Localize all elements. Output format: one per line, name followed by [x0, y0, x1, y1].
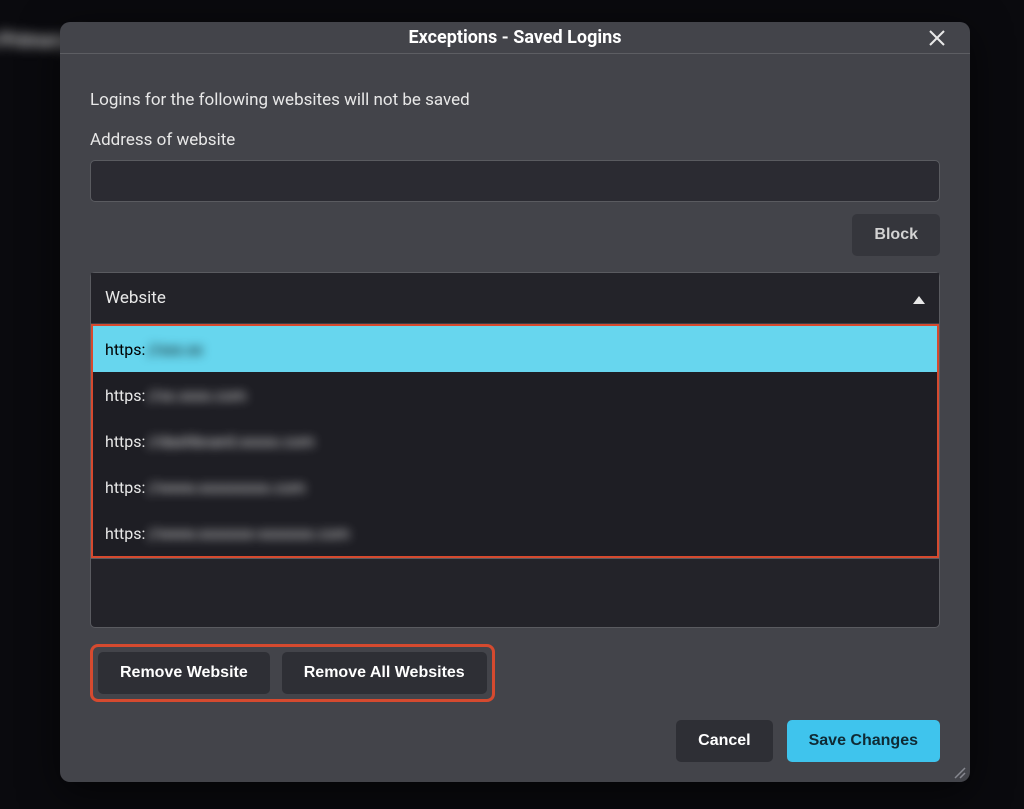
- website-list-empty-area: [90, 559, 940, 628]
- url-prefix: https:: [105, 478, 145, 497]
- address-input[interactable]: [90, 160, 940, 202]
- address-label: Address of website: [90, 130, 940, 150]
- website-list-header[interactable]: Website: [91, 273, 939, 324]
- dialog-header: Exceptions - Saved Logins: [60, 22, 970, 54]
- website-list-body: https: //xxx.xx https: //xx.xxxx.com htt…: [91, 324, 939, 558]
- list-item[interactable]: https: //xxx.xx: [93, 326, 937, 372]
- sort-ascending-icon: [913, 289, 925, 308]
- close-button[interactable]: [924, 25, 950, 51]
- website-column-header: Website: [105, 288, 166, 308]
- list-item[interactable]: https: //dashboard.xxxxx.com: [93, 418, 937, 464]
- exceptions-dialog: Exceptions - Saved Logins Logins for the…: [60, 22, 970, 782]
- dialog-footer: Cancel Save Changes: [90, 720, 940, 762]
- resize-grip[interactable]: [952, 764, 966, 778]
- list-item[interactable]: https: //xx.xxxx.com: [93, 372, 937, 418]
- dialog-description: Logins for the following websites will n…: [90, 90, 940, 110]
- block-button[interactable]: Block: [852, 214, 940, 256]
- url-rest-blurred: //xxx.xx: [147, 340, 202, 359]
- dialog-title: Exceptions - Saved Logins: [409, 27, 622, 48]
- url-prefix: https:: [105, 386, 145, 405]
- url-rest-blurred: //dashboard.xxxxx.com: [147, 432, 314, 451]
- website-list-container: Website https: //xxx.xx https: //xx.xxxx…: [90, 272, 940, 559]
- block-row: Block: [90, 214, 940, 256]
- cancel-button[interactable]: Cancel: [676, 720, 772, 762]
- url-rest-blurred: //xx.xxxx.com: [147, 386, 246, 405]
- resize-grip-icon: [952, 765, 966, 779]
- url-prefix: https:: [105, 340, 145, 359]
- url-prefix: https:: [105, 432, 145, 451]
- list-item[interactable]: https: //www.xxxxxxxxx.com: [93, 464, 937, 510]
- close-icon: [928, 29, 946, 47]
- remove-all-websites-button[interactable]: Remove All Websites: [282, 652, 487, 694]
- remove-buttons-highlight: Remove Website Remove All Websites: [90, 644, 495, 702]
- remove-website-button[interactable]: Remove Website: [98, 652, 270, 694]
- dialog-body: Logins for the following websites will n…: [60, 54, 970, 782]
- remove-buttons-row: Remove Website Remove All Websites: [90, 644, 940, 702]
- list-item[interactable]: https: //www.xxxxxxx-xxxxxxx.com: [93, 510, 937, 556]
- save-changes-button[interactable]: Save Changes: [787, 720, 940, 762]
- url-rest-blurred: //www.xxxxxxxxx.com: [147, 478, 305, 497]
- url-prefix: https:: [105, 524, 145, 543]
- url-rest-blurred: //www.xxxxxxx-xxxxxxx.com: [147, 524, 349, 543]
